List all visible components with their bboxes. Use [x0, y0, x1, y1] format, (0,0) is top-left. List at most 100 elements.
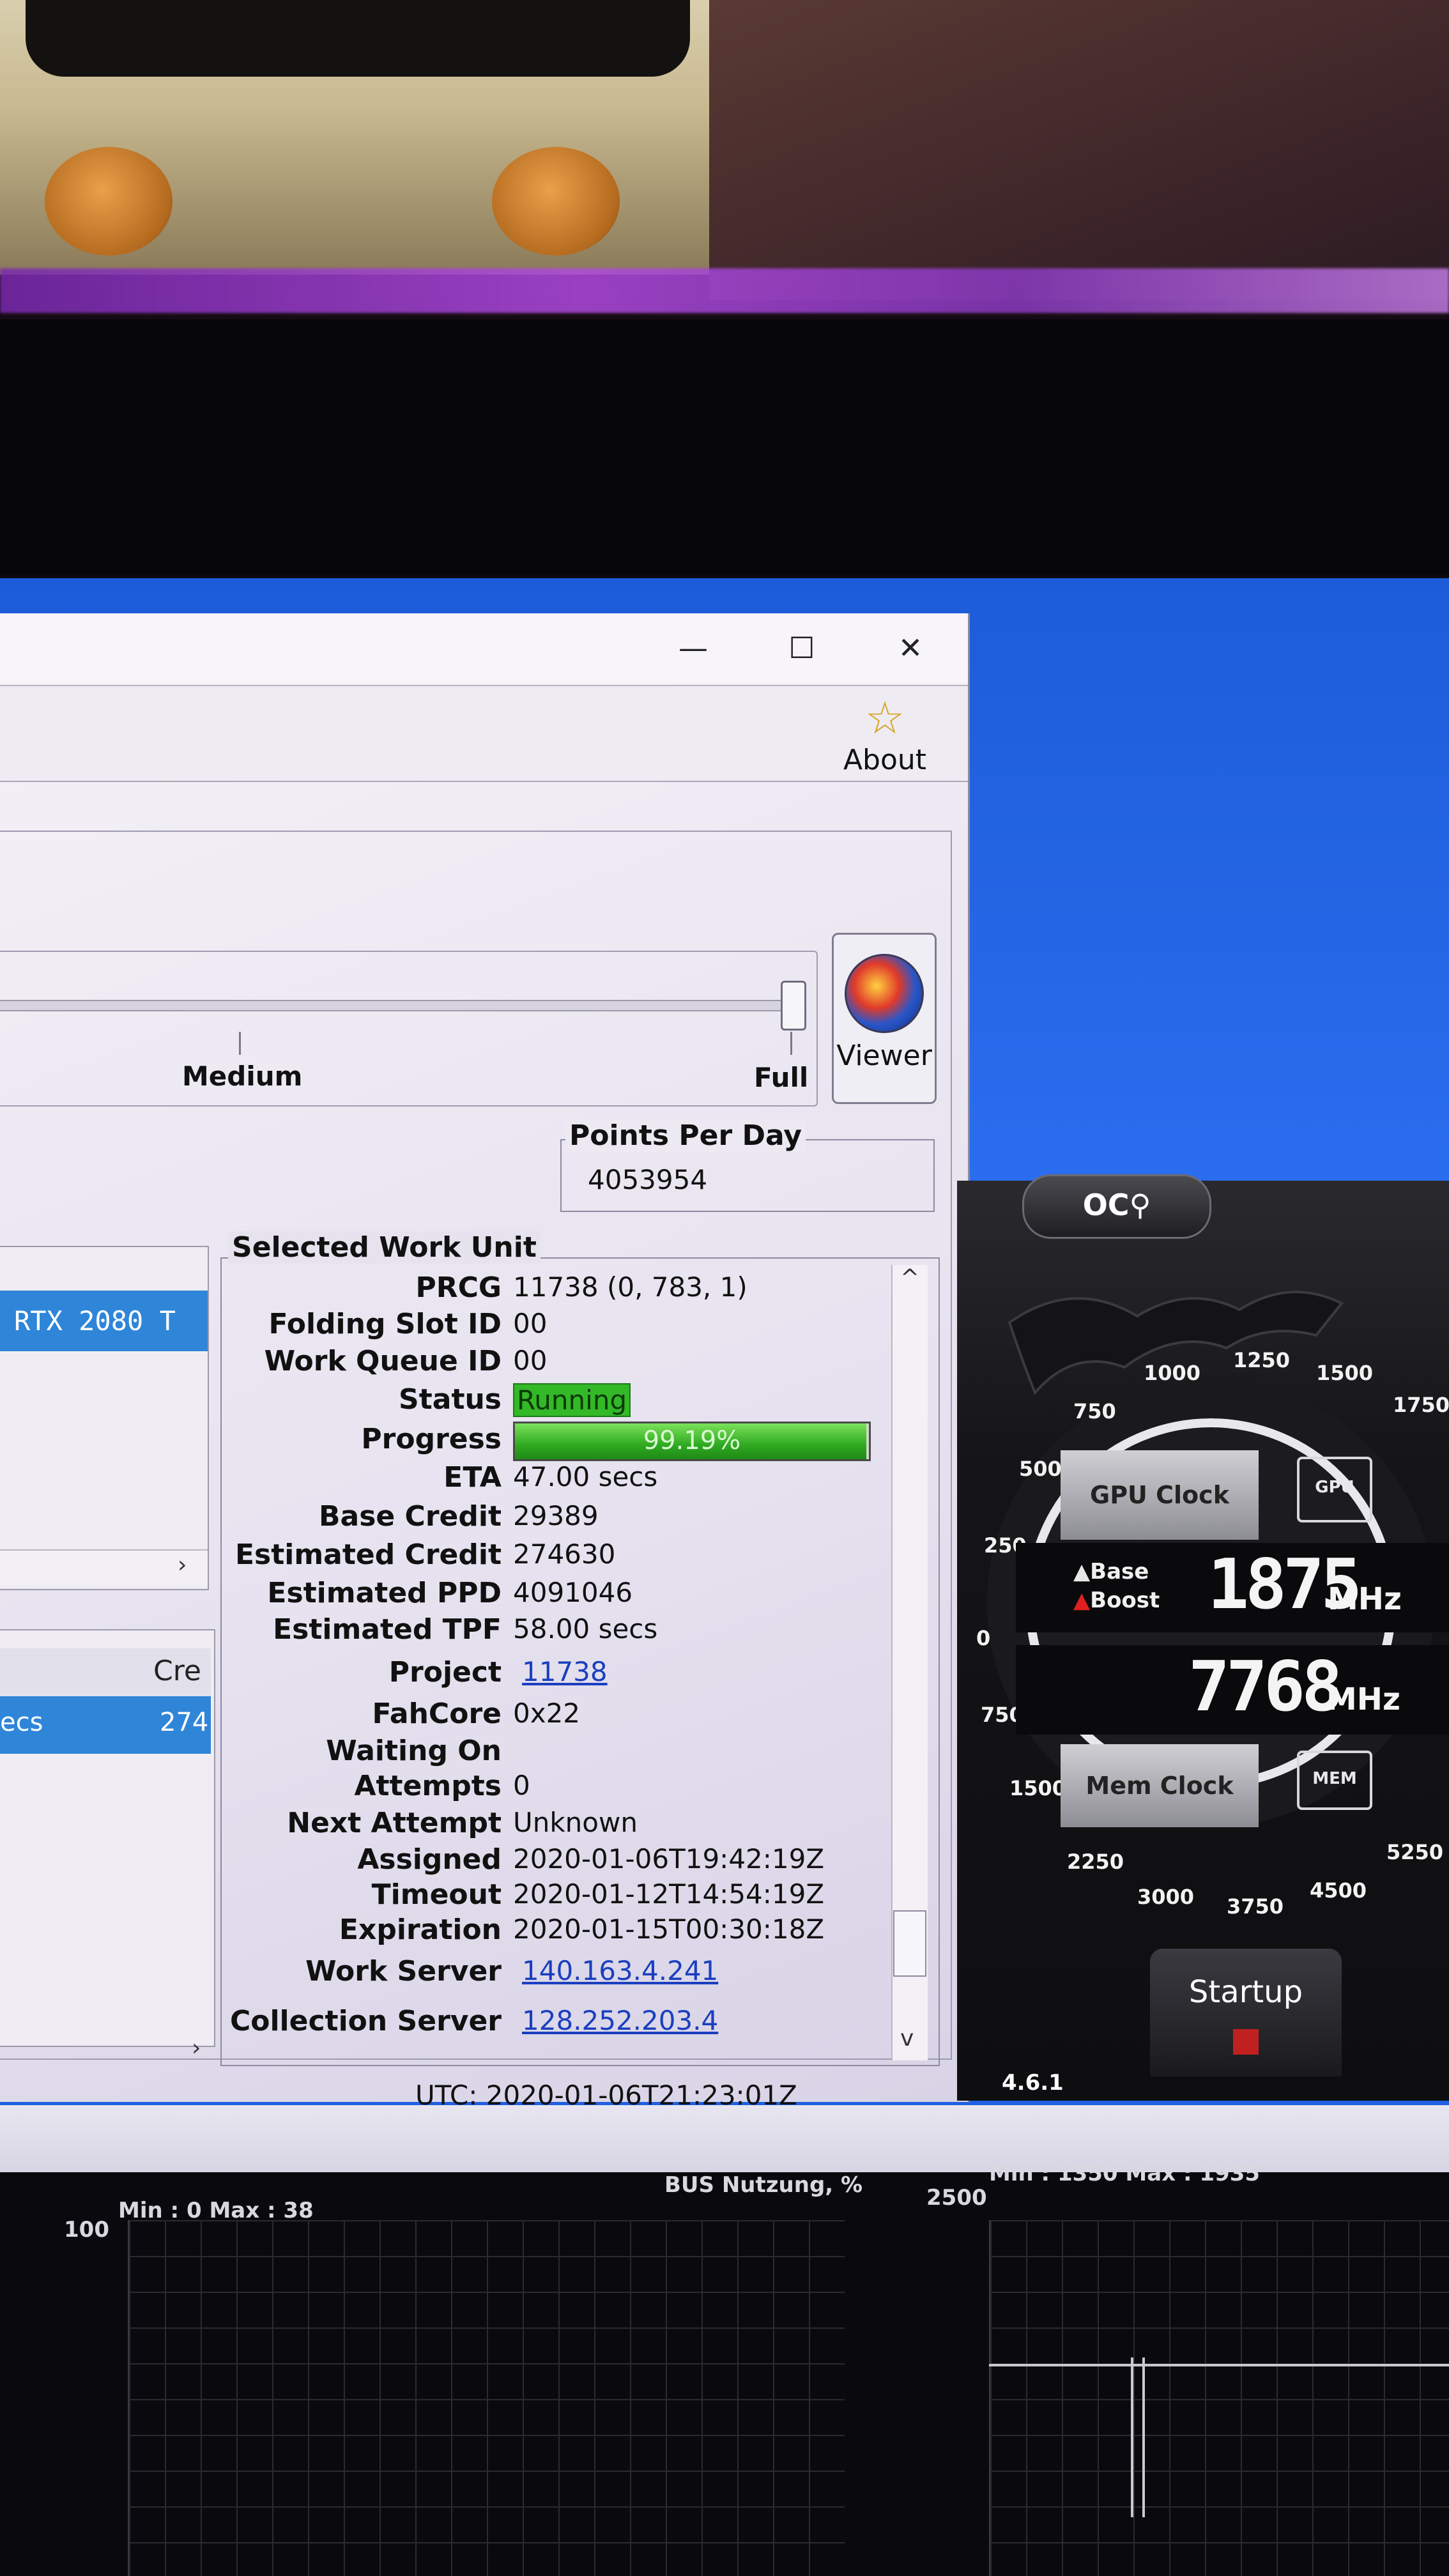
gauge-tick-label: 4500 — [1310, 1878, 1367, 1903]
startup-button[interactable]: Startup — [1150, 1949, 1342, 2076]
oc-scanner-button[interactable]: OC⚲ — [1022, 1174, 1211, 1239]
chevron-right-icon[interactable]: › — [192, 2035, 201, 2061]
mem-clock-panel: Mem Clock — [1061, 1744, 1259, 1827]
chevron-right-icon[interactable]: › — [178, 1552, 187, 1578]
wu-row-work-queue-id: Work Queue ID 00 — [264, 1345, 548, 1377]
gauge-tick-label: 3000 — [1137, 1885, 1195, 1909]
protein-viewer-icon — [845, 954, 924, 1033]
boost-clock-label: ▲Boost — [1073, 1588, 1160, 1613]
background-shelf-shadow — [26, 0, 690, 77]
window-titlebar[interactable]: — ☐ ✕ — [0, 613, 968, 684]
windows-icon — [1233, 2029, 1259, 2055]
startup-label: Startup — [1188, 1974, 1303, 2010]
selected-work-unit-title: Selected Work Unit — [228, 1231, 540, 1264]
wu-row-prcg: PRCG 11738 (0, 783, 1) — [415, 1271, 747, 1304]
folding-slot-row[interactable]: RTX 2080 T — [0, 1291, 208, 1351]
graph2-trace — [989, 2364, 1449, 2366]
gauge-tick-label: 500 — [1019, 1457, 1062, 1481]
about-button[interactable]: ☆ About — [834, 693, 936, 776]
gpu-clock-unit: MHz — [1328, 1581, 1402, 1617]
background-led-strip — [0, 268, 1449, 313]
wu-row-base-credit: Base Credit 29389 — [318, 1500, 599, 1533]
wu-row-collection-server: Collection Server 128.252.203.4 — [229, 2005, 719, 2037]
folding-power-slider-track[interactable] — [0, 1000, 793, 1011]
wu-row-estimated-credit: Estimated Credit 274630 — [234, 1538, 616, 1571]
points-per-day-value: 4053954 — [588, 1164, 708, 1195]
gauge-tick-label: 750 — [1073, 1399, 1116, 1423]
search-icon: ⚲ — [1129, 1188, 1151, 1222]
work-unit-scrollbar-thumb[interactable] — [893, 1910, 926, 1977]
gauge-tick-label: 3750 — [1227, 1894, 1284, 1919]
status-badge: Running — [513, 1383, 631, 1417]
about-label: About — [843, 744, 927, 776]
wu-row-next-attempt: Next Attempt Unknown — [287, 1807, 638, 1839]
gpu-chip-icon: GPU — [1297, 1457, 1372, 1522]
toolbar: ☆ About — [0, 685, 968, 782]
background-wall — [709, 0, 1449, 300]
graph1-minmax: Min : 0 Max : 38 — [118, 2198, 314, 2223]
project-link[interactable]: 11738 — [522, 1656, 608, 1687]
progress-bar: 99.19% — [513, 1422, 871, 1461]
wu-row-work-server: Work Server 140.163.4.241 — [305, 1955, 719, 1988]
folding-power-group — [0, 951, 818, 1107]
base-clock-label: ▲Base — [1073, 1559, 1149, 1584]
mem-clock-unit: MHz — [1326, 1682, 1400, 1717]
gauge-tick-label: 1500 — [1009, 1776, 1067, 1800]
gauge-tick-label: 1000 — [1144, 1361, 1201, 1385]
chevron-up-icon[interactable]: ^ — [900, 1265, 919, 1291]
gauge-tick-label: 2250 — [1067, 1850, 1124, 1874]
points-per-day-title: Points Per Day — [565, 1119, 806, 1152]
work-queue-row[interactable]: ecs 274 — [0, 1696, 211, 1754]
wu-row-project: Project 11738 — [388, 1656, 608, 1689]
folding-power-slider-thumb[interactable] — [781, 981, 806, 1031]
wu-row-folding-slot-id: Folding Slot ID 00 — [268, 1308, 548, 1340]
collection-server-link[interactable]: 128.252.203.4 — [522, 2005, 718, 2036]
viewer-label: Viewer — [836, 1039, 932, 1072]
work-queue-column-header[interactable]: Cre — [0, 1648, 211, 1698]
mem-clock-value: 7768 — [1188, 1647, 1343, 1727]
fah-control-window: — ☐ ✕ ☆ About Medium Full Viewer Points … — [0, 613, 970, 2102]
gauge-tick-label: 1750 — [1393, 1393, 1449, 1417]
wu-row-attempts: Attempts 0 — [354, 1770, 530, 1802]
slider-tick — [239, 1032, 241, 1055]
wu-row-assigned: Assigned 2020-01-06T19:42:19Z — [357, 1843, 825, 1876]
close-button[interactable]: ✕ — [885, 622, 936, 673]
gpu-clock-panel: GPU Clock — [1061, 1450, 1259, 1540]
wu-row-waiting-on: Waiting On — [326, 1735, 502, 1767]
graph1-axis-max: 100 — [64, 2217, 109, 2242]
gauge-tick-label: 5250 — [1386, 1840, 1444, 1864]
horizontal-scrollbar[interactable]: › — [0, 1549, 208, 1586]
star-icon: ☆ — [864, 692, 905, 744]
clock-graph — [989, 2220, 1449, 2576]
slider-label-medium: Medium — [182, 1061, 303, 1092]
bus-usage-graph — [128, 2220, 845, 2576]
slider-tick — [790, 1032, 792, 1055]
triangle-up-icon: ▲ — [1073, 1588, 1091, 1613]
wu-row-estimated-ppd: Estimated PPD 4091046 — [267, 1577, 633, 1609]
wu-row-timeout: Timeout 2020-01-12T14:54:19Z — [371, 1878, 825, 1911]
graph2-spike — [1131, 2358, 1145, 2517]
wu-row-progress: Progress 99.19% — [220, 1422, 871, 1461]
triangle-up-icon: ▲ — [1073, 1559, 1091, 1584]
graph2-axis-max: 2500 — [926, 2185, 987, 2211]
work-server-link[interactable]: 140.163.4.241 — [522, 1955, 718, 1986]
slider-label-full: Full — [754, 1062, 809, 1093]
background-peg — [45, 147, 172, 256]
graph1-title: BUS Nutzung, % — [664, 2172, 863, 2198]
monitor-bezel — [0, 319, 1449, 575]
gauge-tick-label: 0 — [976, 1626, 991, 1650]
viewer-button[interactable]: Viewer — [832, 933, 937, 1104]
gauge-tick-label: 1250 — [1233, 1348, 1291, 1372]
wu-row-eta: ETA 47.00 secs — [443, 1461, 658, 1494]
afterburner-version: 4.6.1 — [1002, 2070, 1064, 2096]
wu-row-fahcore: FahCore 0x22 — [372, 1698, 581, 1730]
progress-bar-text: 99.19% — [643, 1426, 741, 1455]
wu-row-status: Status Running — [220, 1383, 859, 1420]
column-credit[interactable]: Cre — [153, 1655, 201, 1687]
chevron-down-icon[interactable]: v — [900, 2025, 914, 2051]
maximize-button[interactable]: ☐ — [776, 622, 827, 673]
graph2-minmax: Min : 1350 Max : 1935 — [989, 2161, 1261, 2186]
background-peg — [492, 147, 620, 256]
wu-row-estimated-tpf: Estimated TPF 58.00 secs — [273, 1613, 658, 1646]
minimize-button[interactable]: — — [668, 622, 719, 673]
